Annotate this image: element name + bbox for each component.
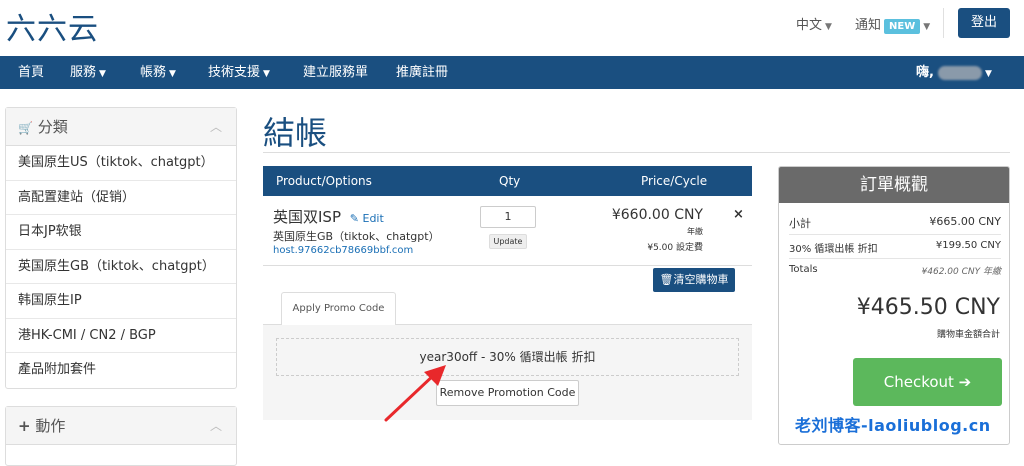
- language-label: 中文: [796, 18, 823, 33]
- edit-link[interactable]: ✎ Edit: [350, 212, 384, 225]
- category-item[interactable]: 高配置建站（促销）: [6, 181, 236, 215]
- update-qty-button[interactable]: Update: [489, 234, 527, 249]
- category-item[interactable]: 韩国原生IP: [6, 284, 236, 319]
- product-description: 英国原生GB（tiktok、chatgpt）: [273, 230, 440, 243]
- chevron-down-icon: ▼: [99, 69, 106, 79]
- total-due-note: 購物車金額合計: [936, 330, 1000, 340]
- watermark: 老刘博客-laoliublog.cn: [795, 416, 991, 435]
- notifications-label: 通知: [855, 18, 882, 33]
- subtotal-value: ¥665.00 CNY: [929, 215, 1001, 228]
- summary-divider: [789, 234, 1001, 235]
- page-title: 結帳: [263, 114, 328, 152]
- category-item[interactable]: 英国原生GB（tiktok、chatgpt）: [6, 250, 236, 284]
- user-greeting: 嗨,: [916, 65, 934, 80]
- category-item[interactable]: 美国原生US（tiktok、chatgpt）: [6, 146, 236, 181]
- category-item[interactable]: 產品附加套件: [6, 353, 236, 388]
- categories-header[interactable]: 🛒 分類 ︿: [6, 108, 236, 146]
- user-menu[interactable]: 嗨, ▼: [916, 56, 992, 89]
- nav-support[interactable]: 技術支援 ▼: [208, 56, 270, 89]
- cart-table-header: Product/Options Qty Price/Cycle: [263, 166, 752, 196]
- tab-apply-promo[interactable]: Apply Promo Code: [281, 292, 396, 325]
- notifications-menu[interactable]: 通知 NEW ▼: [855, 14, 930, 34]
- nav-affiliates[interactable]: 推廣註冊: [396, 56, 448, 89]
- empty-cart-button[interactable]: 🗑清空購物車: [653, 268, 735, 292]
- totals-row: Totals ¥462.00 CNY 年繳: [789, 264, 1001, 277]
- setup-fee: ¥5.00 設定費: [647, 243, 703, 253]
- actions-panel: + 動作 ︿: [5, 406, 237, 466]
- nav-affiliates-label: 推廣註冊: [396, 65, 449, 80]
- nav-services[interactable]: 服務 ▼: [70, 56, 106, 89]
- nav-open-ticket-label: 建立服務單: [303, 65, 369, 80]
- cart-item-row: 英国双ISP ✎ Edit 英国原生GB（tiktok、chatgpt） hos…: [263, 196, 752, 266]
- product-name: 英国双ISP ✎ Edit: [273, 206, 384, 227]
- billing-cycle: 年繳: [687, 227, 703, 236]
- summary-divider: [789, 258, 1001, 259]
- applied-promo-code: year30off - 30% 循環出帳 折扣: [276, 338, 739, 376]
- chevron-down-icon: ▼: [169, 69, 176, 79]
- quantity-input[interactable]: 1: [480, 206, 536, 228]
- cart-icon: 🛒: [18, 121, 33, 135]
- categories-panel: 🛒 分類 ︿ 美国原生US（tiktok、chatgpt） 高配置建站（促销） …: [5, 107, 237, 389]
- remove-item-icon[interactable]: ×: [733, 207, 744, 222]
- header-divider: [943, 8, 944, 38]
- category-item[interactable]: 港HK-CMI / CN2 / BGP: [6, 319, 236, 353]
- discount-row: 30% 循環出帳 折扣 ¥199.50 CNY: [789, 240, 1001, 255]
- chevron-down-icon: ▼: [923, 22, 931, 32]
- column-product: Product/Options: [276, 174, 372, 188]
- nav-billing-label: 帳務: [140, 65, 167, 80]
- trash-icon: 🗑: [659, 273, 674, 286]
- top-header: 六六云 中文 ▼ 通知 NEW ▼ 登出: [0, 0, 1024, 56]
- title-divider: [263, 152, 1010, 153]
- redacted-username: [937, 65, 982, 80]
- nav-billing[interactable]: 帳務 ▼: [140, 56, 176, 89]
- column-price: Price/Cycle: [641, 174, 708, 188]
- edit-label: Edit: [362, 212, 384, 225]
- item-price: ¥660.00 CNY: [611, 207, 703, 223]
- checkout-button[interactable]: Checkout ➔: [853, 358, 1002, 406]
- plus-icon: +: [18, 417, 31, 435]
- column-qty: Qty: [499, 174, 521, 188]
- summary-title: 訂單概觀: [779, 167, 1009, 203]
- discount-value: ¥199.50 CNY: [935, 240, 1001, 251]
- site-logo[interactable]: 六六云: [6, 4, 99, 48]
- nav-support-label: 技術支援: [208, 65, 261, 80]
- categories-title: 分類: [37, 118, 68, 136]
- product-hostname: host.97662cb78669bbf.com: [273, 245, 414, 256]
- subtotal-row: 小計 ¥665.00 CNY: [789, 215, 1001, 231]
- total-due: ¥465.50 CNY: [856, 295, 1000, 320]
- chevron-down-icon: ▼: [263, 69, 270, 79]
- pencil-icon: ✎: [349, 212, 359, 225]
- empty-cart-label: 清空購物車: [673, 273, 729, 286]
- nav-home[interactable]: 首頁: [18, 56, 44, 89]
- chevron-up-icon[interactable]: ︿: [210, 407, 222, 445]
- language-selector[interactable]: 中文 ▼: [796, 14, 832, 33]
- logout-button[interactable]: 登出: [958, 8, 1010, 38]
- subtotal-label: 小計: [789, 217, 811, 230]
- remove-promo-button[interactable]: Remove Promotion Code: [436, 380, 579, 406]
- promo-panel: year30off - 30% 循環出帳 折扣 Remove Promotion…: [263, 324, 752, 420]
- product-name-text: 英国双ISP: [273, 208, 341, 226]
- nav-home-label: 首頁: [18, 65, 45, 80]
- totals-value: ¥462.00 CNY 年繳: [921, 267, 1001, 277]
- actions-header[interactable]: + 動作 ︿: [6, 407, 236, 445]
- chevron-down-icon: ▼: [825, 22, 832, 32]
- discount-label: 30% 循環出帳 折扣: [789, 244, 878, 255]
- annotation-arrow-icon: [384, 365, 446, 422]
- nav-services-label: 服務: [70, 65, 97, 80]
- chevron-down-icon: ▼: [984, 69, 992, 79]
- order-summary: 訂單概觀 小計 ¥665.00 CNY 30% 循環出帳 折扣 ¥199.50 …: [778, 166, 1010, 445]
- category-item[interactable]: 日本JP软银: [6, 215, 236, 250]
- actions-title: 動作: [35, 417, 66, 435]
- nav-open-ticket[interactable]: 建立服務單: [303, 56, 368, 89]
- new-badge: NEW: [884, 19, 921, 34]
- chevron-up-icon[interactable]: ︿: [210, 108, 222, 146]
- totals-label: Totals: [789, 264, 818, 275]
- main-nav: 首頁 服務 ▼ 帳務 ▼ 技術支援 ▼ 建立服務單 推廣註冊 嗨, ▼: [0, 56, 1024, 89]
